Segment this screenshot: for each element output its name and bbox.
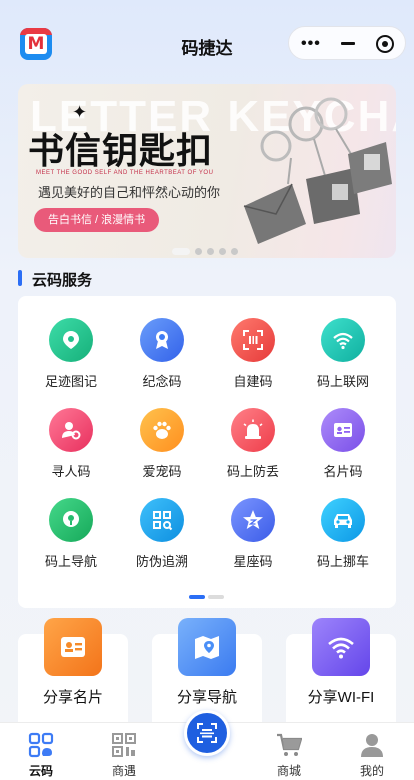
tab-label: 云码 — [28, 764, 53, 778]
scan-icon — [197, 723, 217, 743]
scan-qr-icon — [140, 498, 184, 542]
tab-mine[interactable]: 我的 — [342, 732, 402, 779]
card-icon — [44, 618, 102, 676]
service-custom-code[interactable]: 自建码 — [208, 318, 298, 398]
banner-pill[interactable]: 告白书信 / 浪漫情书 — [34, 208, 160, 232]
service-label: 名片码 — [323, 464, 363, 479]
qr-code-icon — [111, 732, 137, 758]
keychain-illustration — [243, 97, 392, 244]
tab-business-meet[interactable]: 商遇 — [94, 732, 154, 779]
star-icon — [231, 498, 275, 542]
wifi-icon — [321, 318, 365, 362]
services-pagination — [189, 588, 224, 606]
sparkle-icon: ✦ — [72, 102, 88, 122]
service-constellation[interactable]: 星座码 — [208, 498, 298, 578]
share-label: 分享WI-FI — [307, 689, 375, 706]
pager-dot-active[interactable] — [189, 594, 205, 599]
services-grid: 足迹图记 纪念码 自建码 码上联网 寻人码 爱宠码 码上防丢 名片码 码上导航 … — [18, 296, 396, 608]
service-label: 自建码 — [233, 374, 273, 389]
service-label: 码上防丢 — [226, 464, 279, 479]
service-anti-lost[interactable]: 码上防丢 — [208, 408, 298, 488]
car-icon — [321, 498, 365, 542]
tab-mall[interactable]: 商城 — [259, 732, 319, 779]
minimize-icon[interactable] — [341, 42, 355, 45]
tab-label: 商遇 — [111, 764, 136, 778]
service-pet[interactable]: 爱宠码 — [117, 408, 207, 488]
service-label: 爱宠码 — [142, 464, 182, 479]
share-label: 分享名片 — [42, 689, 103, 706]
section-accent-bar — [18, 270, 22, 286]
service-label: 码上导航 — [44, 554, 97, 569]
top-bar: M 码捷达 ••• — [0, 0, 414, 84]
qr-frame-icon — [231, 318, 275, 362]
tab-label: 我的 — [359, 764, 384, 778]
pager-dot[interactable] — [208, 594, 224, 599]
service-label: 足迹图记 — [44, 374, 97, 389]
service-find-person[interactable]: 寻人码 — [26, 408, 116, 488]
grid-qr-icon — [28, 732, 54, 758]
user-icon — [359, 732, 385, 758]
service-label: 纪念码 — [142, 374, 182, 389]
share-label: 分享导航 — [176, 689, 237, 706]
service-business-card[interactable]: 名片码 — [298, 408, 388, 488]
tab-label: 商城 — [276, 764, 301, 778]
scan-button[interactable] — [184, 710, 230, 756]
service-network[interactable]: 码上联网 — [298, 318, 388, 398]
service-label: 防伪追溯 — [135, 554, 188, 569]
banner-tagline: MEET THE GOOD SELF AND THE HEARTBEAT OF … — [36, 170, 214, 176]
service-label: 星座码 — [233, 554, 273, 569]
promo-banner[interactable]: LETTER KEYCHAIN ✦ 书信钥匙扣 MEET THE GOOD SE… — [18, 84, 396, 258]
service-label: 寻人码 — [51, 464, 91, 479]
wifi-icon — [312, 618, 370, 676]
banner-dot[interactable] — [172, 248, 190, 256]
section-title: 云码服务 — [32, 272, 93, 289]
more-icon[interactable]: ••• — [301, 35, 321, 53]
banner-headline: 书信钥匙扣 — [28, 131, 214, 172]
service-label: 码上挪车 — [316, 554, 369, 569]
service-footprint-map[interactable]: 足迹图记 — [26, 318, 116, 398]
cart-icon — [276, 732, 303, 758]
siren-icon — [231, 408, 275, 452]
service-navigation[interactable]: 码上导航 — [26, 498, 116, 578]
service-move-car[interactable]: 码上挪车 — [298, 498, 388, 578]
ribbon-badge-icon — [140, 318, 184, 362]
contact-card-icon — [321, 408, 365, 452]
target-icon[interactable] — [376, 35, 394, 53]
service-commemorate[interactable]: 纪念码 — [117, 318, 207, 398]
tab-cloud-code[interactable]: 云码 — [11, 732, 71, 779]
miniprogram-capsule: ••• — [288, 26, 406, 60]
footprint-map-icon — [49, 318, 93, 362]
service-anti-counterfeit[interactable]: 防伪追溯 — [117, 498, 207, 578]
banner-subline: 遇见美好的自己和怦然心动的你 — [38, 185, 221, 200]
map-icon — [178, 618, 236, 676]
paw-icon — [140, 408, 184, 452]
person-icon — [49, 408, 93, 452]
service-label: 码上联网 — [316, 374, 369, 389]
banner-pagination — [172, 243, 243, 256]
location-pin-icon — [49, 498, 93, 542]
